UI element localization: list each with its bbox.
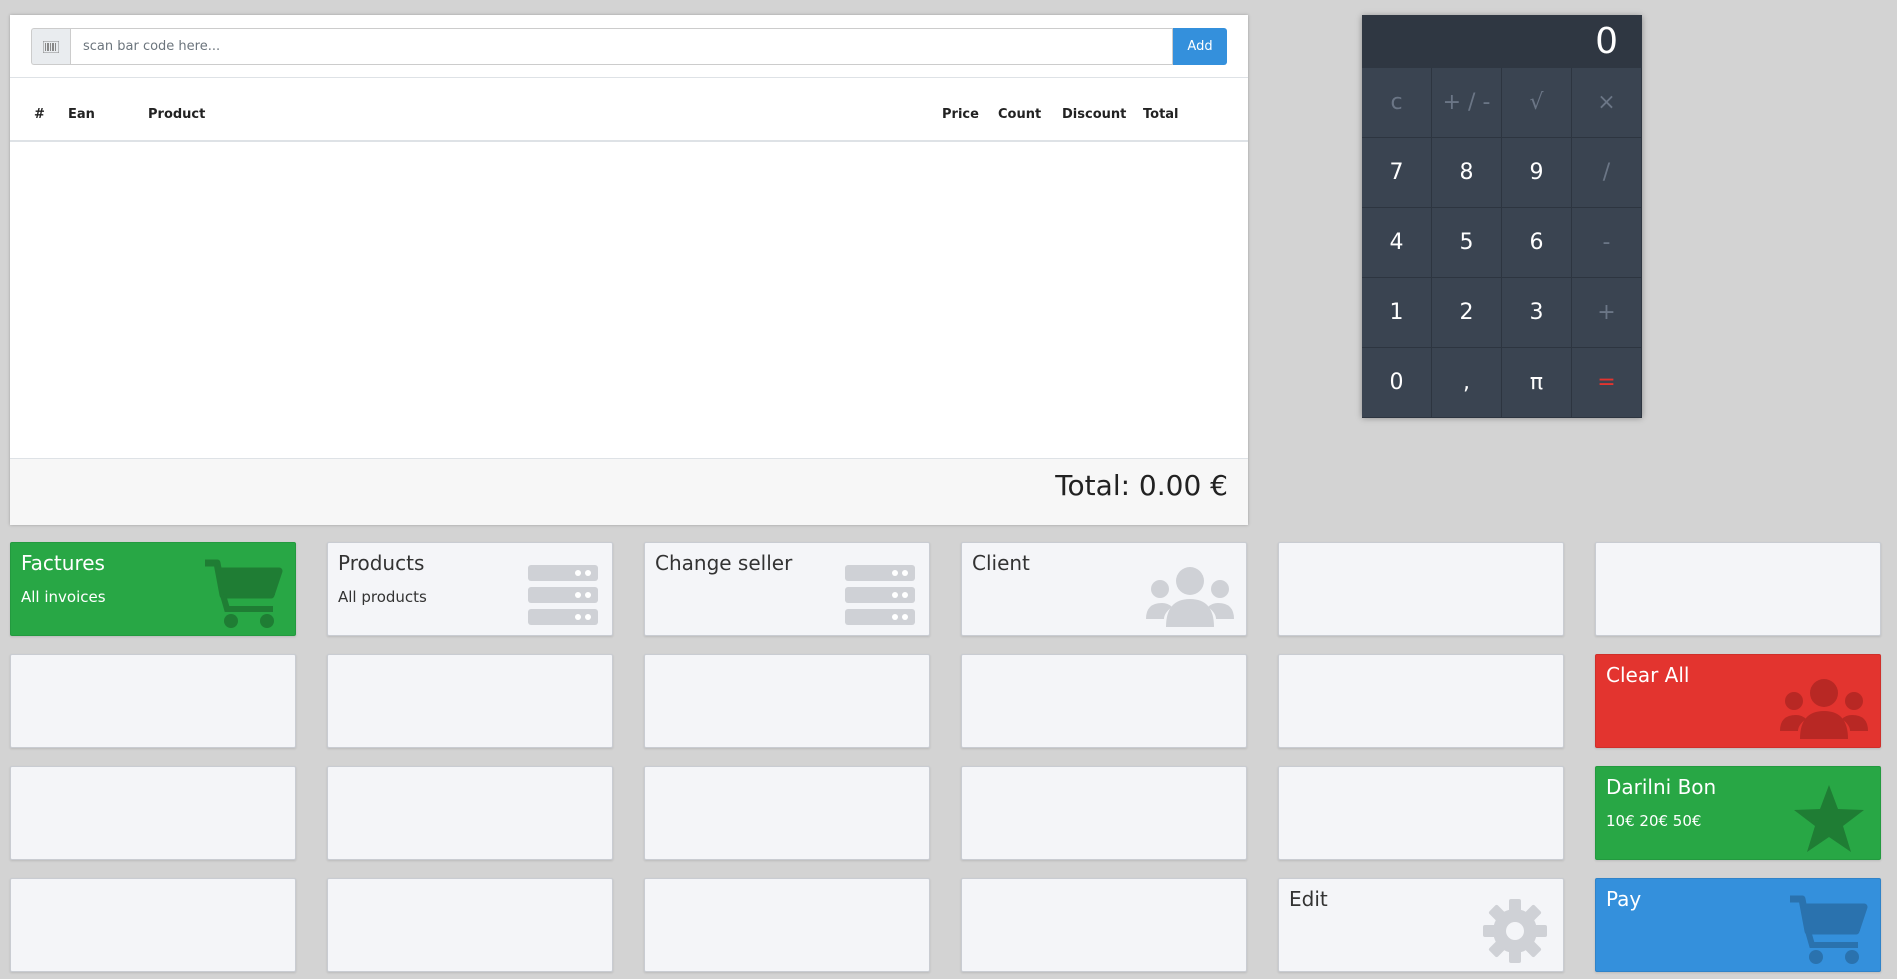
- column-product: Product: [148, 107, 206, 122]
- calc-key-3[interactable]: 3: [1502, 278, 1572, 348]
- pay-tile[interactable]: Pay: [1595, 878, 1881, 972]
- empty-tile[interactable]: [961, 878, 1247, 972]
- calc-key-negate[interactable]: + / -: [1432, 68, 1502, 138]
- order-panel: Add # Ean Product Price Count Discount T…: [10, 15, 1248, 525]
- empty-tile[interactable]: [327, 654, 613, 748]
- products-tile[interactable]: Products All products: [327, 542, 613, 636]
- column-discount: Discount: [1062, 107, 1127, 122]
- edit-title: Edit: [1289, 887, 1328, 911]
- calculator-display: 0: [1362, 15, 1642, 68]
- clear-all-tile[interactable]: Clear All: [1595, 654, 1881, 748]
- empty-tile[interactable]: [1278, 766, 1564, 860]
- client-tile[interactable]: Client: [961, 542, 1247, 636]
- calc-key-pi[interactable]: π: [1502, 348, 1572, 418]
- empty-tile[interactable]: [1595, 542, 1881, 636]
- cart-icon: [1788, 895, 1868, 969]
- calculator: 0 c + / - √ × 7 8 9 / 4 5 6 - 1 2 3 + 0 …: [1362, 15, 1642, 418]
- calc-key-7[interactable]: 7: [1362, 138, 1432, 208]
- order-footer: Total: 0.00 €: [10, 458, 1248, 525]
- column-total: Total: [1143, 107, 1179, 122]
- client-title: Client: [972, 551, 1030, 575]
- star-icon: [1792, 783, 1866, 859]
- column-count: Count: [998, 107, 1042, 122]
- calc-key-1[interactable]: 1: [1362, 278, 1432, 348]
- factures-subtitle: All invoices: [21, 588, 106, 606]
- calc-key-comma[interactable]: ,: [1432, 348, 1502, 418]
- cart-icon: [203, 559, 283, 633]
- barcode-input[interactable]: [70, 28, 1173, 65]
- order-table-header: # Ean Product Price Count Discount Total: [10, 78, 1248, 142]
- calc-key-multiply[interactable]: ×: [1572, 68, 1642, 138]
- empty-tile[interactable]: [1278, 542, 1564, 636]
- factures-tile[interactable]: Factures All invoices: [10, 542, 296, 636]
- empty-tile[interactable]: [961, 766, 1247, 860]
- column-index: #: [34, 107, 45, 122]
- edit-tile[interactable]: Edit: [1278, 878, 1564, 972]
- calc-key-subtract[interactable]: -: [1572, 208, 1642, 278]
- products-title: Products: [338, 551, 425, 575]
- calc-key-2[interactable]: 2: [1432, 278, 1502, 348]
- darilni-bon-subtitle: 10€ 20€ 50€: [1606, 812, 1702, 830]
- products-subtitle: All products: [338, 588, 427, 606]
- empty-tile[interactable]: [327, 766, 613, 860]
- change-seller-tile[interactable]: Change seller: [644, 542, 930, 636]
- calc-key-4[interactable]: 4: [1362, 208, 1432, 278]
- add-button[interactable]: Add: [1173, 28, 1227, 65]
- gear-icon: [1481, 897, 1549, 969]
- order-total: Total: 0.00 €: [1055, 469, 1228, 502]
- empty-tile[interactable]: [10, 766, 296, 860]
- factures-title: Factures: [21, 551, 105, 575]
- darilni-bon-tile[interactable]: Darilni Bon 10€ 20€ 50€: [1595, 766, 1881, 860]
- calc-key-divide[interactable]: /: [1572, 138, 1642, 208]
- barcode-icon: [31, 28, 70, 65]
- calc-key-sqrt[interactable]: √: [1502, 68, 1572, 138]
- empty-tile[interactable]: [1278, 654, 1564, 748]
- calc-key-clear[interactable]: c: [1362, 68, 1432, 138]
- clear-all-title: Clear All: [1606, 663, 1690, 687]
- calc-key-0[interactable]: 0: [1362, 348, 1432, 418]
- column-ean: Ean: [68, 107, 95, 122]
- calc-key-equals[interactable]: =: [1572, 348, 1642, 418]
- column-price: Price: [942, 107, 979, 122]
- empty-tile[interactable]: [10, 654, 296, 748]
- scan-bar: Add: [31, 28, 1227, 65]
- calculator-value: 0: [1595, 21, 1618, 62]
- users-icon: [1780, 677, 1868, 745]
- empty-tile[interactable]: [644, 878, 930, 972]
- calc-key-5[interactable]: 5: [1432, 208, 1502, 278]
- calc-key-add[interactable]: +: [1572, 278, 1642, 348]
- server-icon: [845, 565, 915, 631]
- calc-key-9[interactable]: 9: [1502, 138, 1572, 208]
- calc-key-8[interactable]: 8: [1432, 138, 1502, 208]
- empty-tile[interactable]: [644, 766, 930, 860]
- pay-title: Pay: [1606, 887, 1642, 911]
- server-icon: [528, 565, 598, 631]
- darilni-bon-title: Darilni Bon: [1606, 775, 1717, 799]
- change-seller-title: Change seller: [655, 551, 793, 575]
- empty-tile[interactable]: [644, 654, 930, 748]
- empty-tile[interactable]: [961, 654, 1247, 748]
- empty-tile[interactable]: [327, 878, 613, 972]
- users-icon: [1146, 565, 1234, 633]
- empty-tile[interactable]: [10, 878, 296, 972]
- calculator-keypad: c + / - √ × 7 8 9 / 4 5 6 - 1 2 3 + 0 , …: [1362, 68, 1642, 418]
- calc-key-6[interactable]: 6: [1502, 208, 1572, 278]
